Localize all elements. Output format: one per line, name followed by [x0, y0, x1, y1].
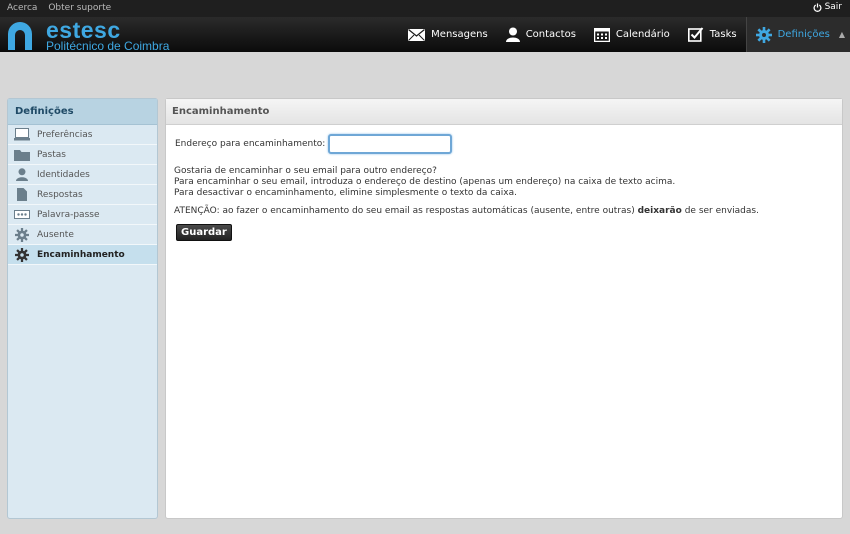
forwarding-address-label: Endereço para encaminhamento:: [175, 139, 326, 149]
logo-name: estesc: [46, 17, 121, 43]
forwarding-form-row: Endereço para encaminhamento:: [175, 134, 453, 154]
top-links: Acerca Obter suporte: [7, 3, 119, 13]
sidebar-item-label: Identidades: [37, 169, 90, 180]
logo-mark-icon: [6, 20, 40, 50]
nav-contacts[interactable]: Contactos: [497, 17, 585, 52]
nav-messages[interactable]: Mensagens: [399, 17, 497, 52]
header: estesc Politécnico de Coimbra Mensagens …: [0, 17, 850, 52]
panel-title: Encaminhamento: [166, 99, 842, 125]
logo-text: estesc Politécnico de Coimbra: [46, 17, 170, 53]
forwarding-address-input[interactable]: [328, 134, 453, 154]
save-button[interactable]: Guardar: [176, 224, 232, 241]
sidebar-item-label: Preferências: [37, 129, 93, 140]
user-icon: [505, 27, 520, 42]
info-line: Gostaria de encaminhar o seu email para …: [174, 166, 437, 176]
warning-bold: deixarão: [637, 206, 682, 216]
nav-tasks-label: Tasks: [709, 29, 737, 40]
top-bar: Acerca Obter suporte Sair: [0, 0, 850, 21]
logo-subtitle: Politécnico de Coimbra: [46, 39, 170, 53]
nav-settings-label: Definições: [777, 29, 830, 40]
sidebar-item-label: Encaminhamento: [37, 249, 125, 260]
info-line: Para desactivar o encaminhamento, elimin…: [174, 188, 517, 198]
sidebar-item-forwarding[interactable]: Encaminhamento: [8, 245, 157, 265]
envelope-icon: [408, 28, 426, 41]
password-icon: [14, 208, 30, 222]
gear-icon: [755, 26, 772, 43]
main-nav: Mensagens Contactos Calendário Tasks Def…: [399, 17, 850, 52]
sidebar-item-label: Respostas: [37, 189, 83, 200]
nav-messages-label: Mensagens: [431, 29, 488, 40]
sidebar-title: Definições: [8, 99, 157, 125]
info-text: Gostaria de encaminhar o seu email para …: [174, 166, 834, 199]
sidebar-item-folders[interactable]: Pastas: [8, 145, 157, 165]
gear-icon: [14, 227, 30, 242]
folder-icon: [14, 148, 30, 162]
nav-calendar-label: Calendário: [615, 29, 670, 40]
nav-tasks[interactable]: Tasks: [679, 17, 746, 52]
settings-sidebar: Definições Preferências Pastas Identidad…: [7, 98, 158, 519]
sidebar-item-responses[interactable]: Respostas: [8, 185, 157, 205]
warning-suffix: de ser enviadas.: [684, 206, 759, 216]
logout-label: Sair: [824, 2, 842, 12]
document-icon: [14, 188, 30, 202]
sidebar-item-label: Palavra-passe: [37, 209, 100, 220]
gear-icon: [14, 247, 30, 262]
sidebar-item-away[interactable]: Ausente: [8, 225, 157, 245]
monitor-icon: [14, 128, 30, 142]
sidebar-item-label: Ausente: [37, 229, 74, 240]
warning-text: ATENÇÃO: ao fazer o encaminhamento do se…: [174, 206, 759, 216]
power-icon: [813, 2, 822, 12]
nav-contacts-label: Contactos: [525, 29, 576, 40]
forwarding-panel: Encaminhamento Endereço para encaminhame…: [165, 98, 843, 519]
logout-button[interactable]: Sair: [813, 2, 842, 12]
info-line: Para encaminhar o seu email, introduza o…: [174, 177, 676, 187]
checkbox-icon: [687, 27, 704, 42]
caret-up-icon[interactable]: ▲: [839, 30, 845, 39]
logo[interactable]: estesc Politécnico de Coimbra: [6, 17, 170, 53]
sidebar-item-identities[interactable]: Identidades: [8, 165, 157, 185]
user-icon: [14, 168, 30, 182]
nav-settings[interactable]: Definições ▲: [745, 17, 850, 52]
sidebar-item-password[interactable]: Palavra-passe: [8, 205, 157, 225]
about-link[interactable]: Acerca: [7, 3, 37, 13]
sidebar-item-preferences[interactable]: Preferências: [8, 125, 157, 145]
warning-prefix: ATENÇÃO: ao fazer o encaminhamento do se…: [174, 206, 635, 216]
calendar-icon: [593, 27, 610, 42]
sidebar-item-label: Pastas: [37, 149, 66, 160]
nav-calendar[interactable]: Calendário: [585, 17, 679, 52]
support-link[interactable]: Obter suporte: [48, 3, 111, 13]
